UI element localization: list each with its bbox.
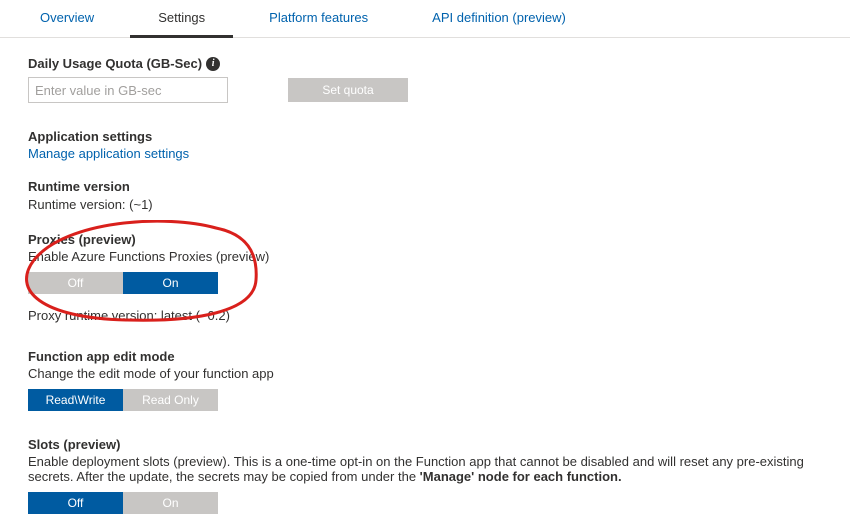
app-settings-title: Application settings xyxy=(28,129,822,144)
edit-mode-subtitle: Change the edit mode of your function ap… xyxy=(28,366,822,381)
tab-bar: Overview Settings Platform features API … xyxy=(0,0,850,38)
slots-subtitle-b: 'Manage' node for each function. xyxy=(420,469,622,484)
set-quota-button: Set quota xyxy=(288,78,408,102)
runtime-value: Runtime version: (~1) xyxy=(28,197,822,212)
proxies-on-button[interactable]: On xyxy=(123,272,218,294)
section-runtime: Runtime version Runtime version: (~1) xyxy=(28,179,822,212)
edit-mode-title: Function app edit mode xyxy=(28,349,822,364)
section-app-settings: Application settings Manage application … xyxy=(28,129,822,161)
section-slots: Slots (preview) Enable deployment slots … xyxy=(28,437,822,514)
section-daily-quota: Daily Usage Quota (GB-Sec) i Set quota xyxy=(28,56,822,103)
info-icon[interactable]: i xyxy=(206,57,220,71)
tab-settings[interactable]: Settings xyxy=(130,0,233,38)
runtime-title: Runtime version xyxy=(28,179,822,194)
manage-app-settings-link[interactable]: Manage application settings xyxy=(28,146,822,161)
proxies-toggle: Off On xyxy=(28,272,822,294)
slots-toggle: Off On xyxy=(28,492,822,514)
section-proxies: Proxies (preview) Enable Azure Functions… xyxy=(28,232,822,323)
proxies-subtitle: Enable Azure Functions Proxies (preview) xyxy=(28,249,822,264)
edit-mode-rw-button[interactable]: Read\Write xyxy=(28,389,123,411)
slots-title: Slots (preview) xyxy=(28,437,822,452)
slots-subtitle-a: Enable deployment slots (preview). This … xyxy=(28,454,804,484)
proxy-runtime-value: Proxy runtime version: latest (~0.2) xyxy=(28,308,822,323)
quota-input[interactable] xyxy=(28,77,228,103)
proxies-title: Proxies (preview) xyxy=(28,232,822,247)
edit-mode-toggle: Read\Write Read Only xyxy=(28,389,822,411)
quota-title: Daily Usage Quota (GB-Sec) xyxy=(28,56,202,71)
tab-api-definition[interactable]: API definition (preview) xyxy=(404,0,594,37)
slots-off-button[interactable]: Off xyxy=(28,492,123,514)
section-edit-mode: Function app edit mode Change the edit m… xyxy=(28,349,822,411)
edit-mode-ro-button[interactable]: Read Only xyxy=(123,389,218,411)
slots-subtitle: Enable deployment slots (preview). This … xyxy=(28,454,822,484)
proxies-off-button[interactable]: Off xyxy=(28,272,123,294)
tab-overview[interactable]: Overview xyxy=(12,0,122,37)
tab-platform-features[interactable]: Platform features xyxy=(241,0,396,37)
settings-content: Daily Usage Quota (GB-Sec) i Set quota A… xyxy=(0,38,850,532)
slots-on-button[interactable]: On xyxy=(123,492,218,514)
